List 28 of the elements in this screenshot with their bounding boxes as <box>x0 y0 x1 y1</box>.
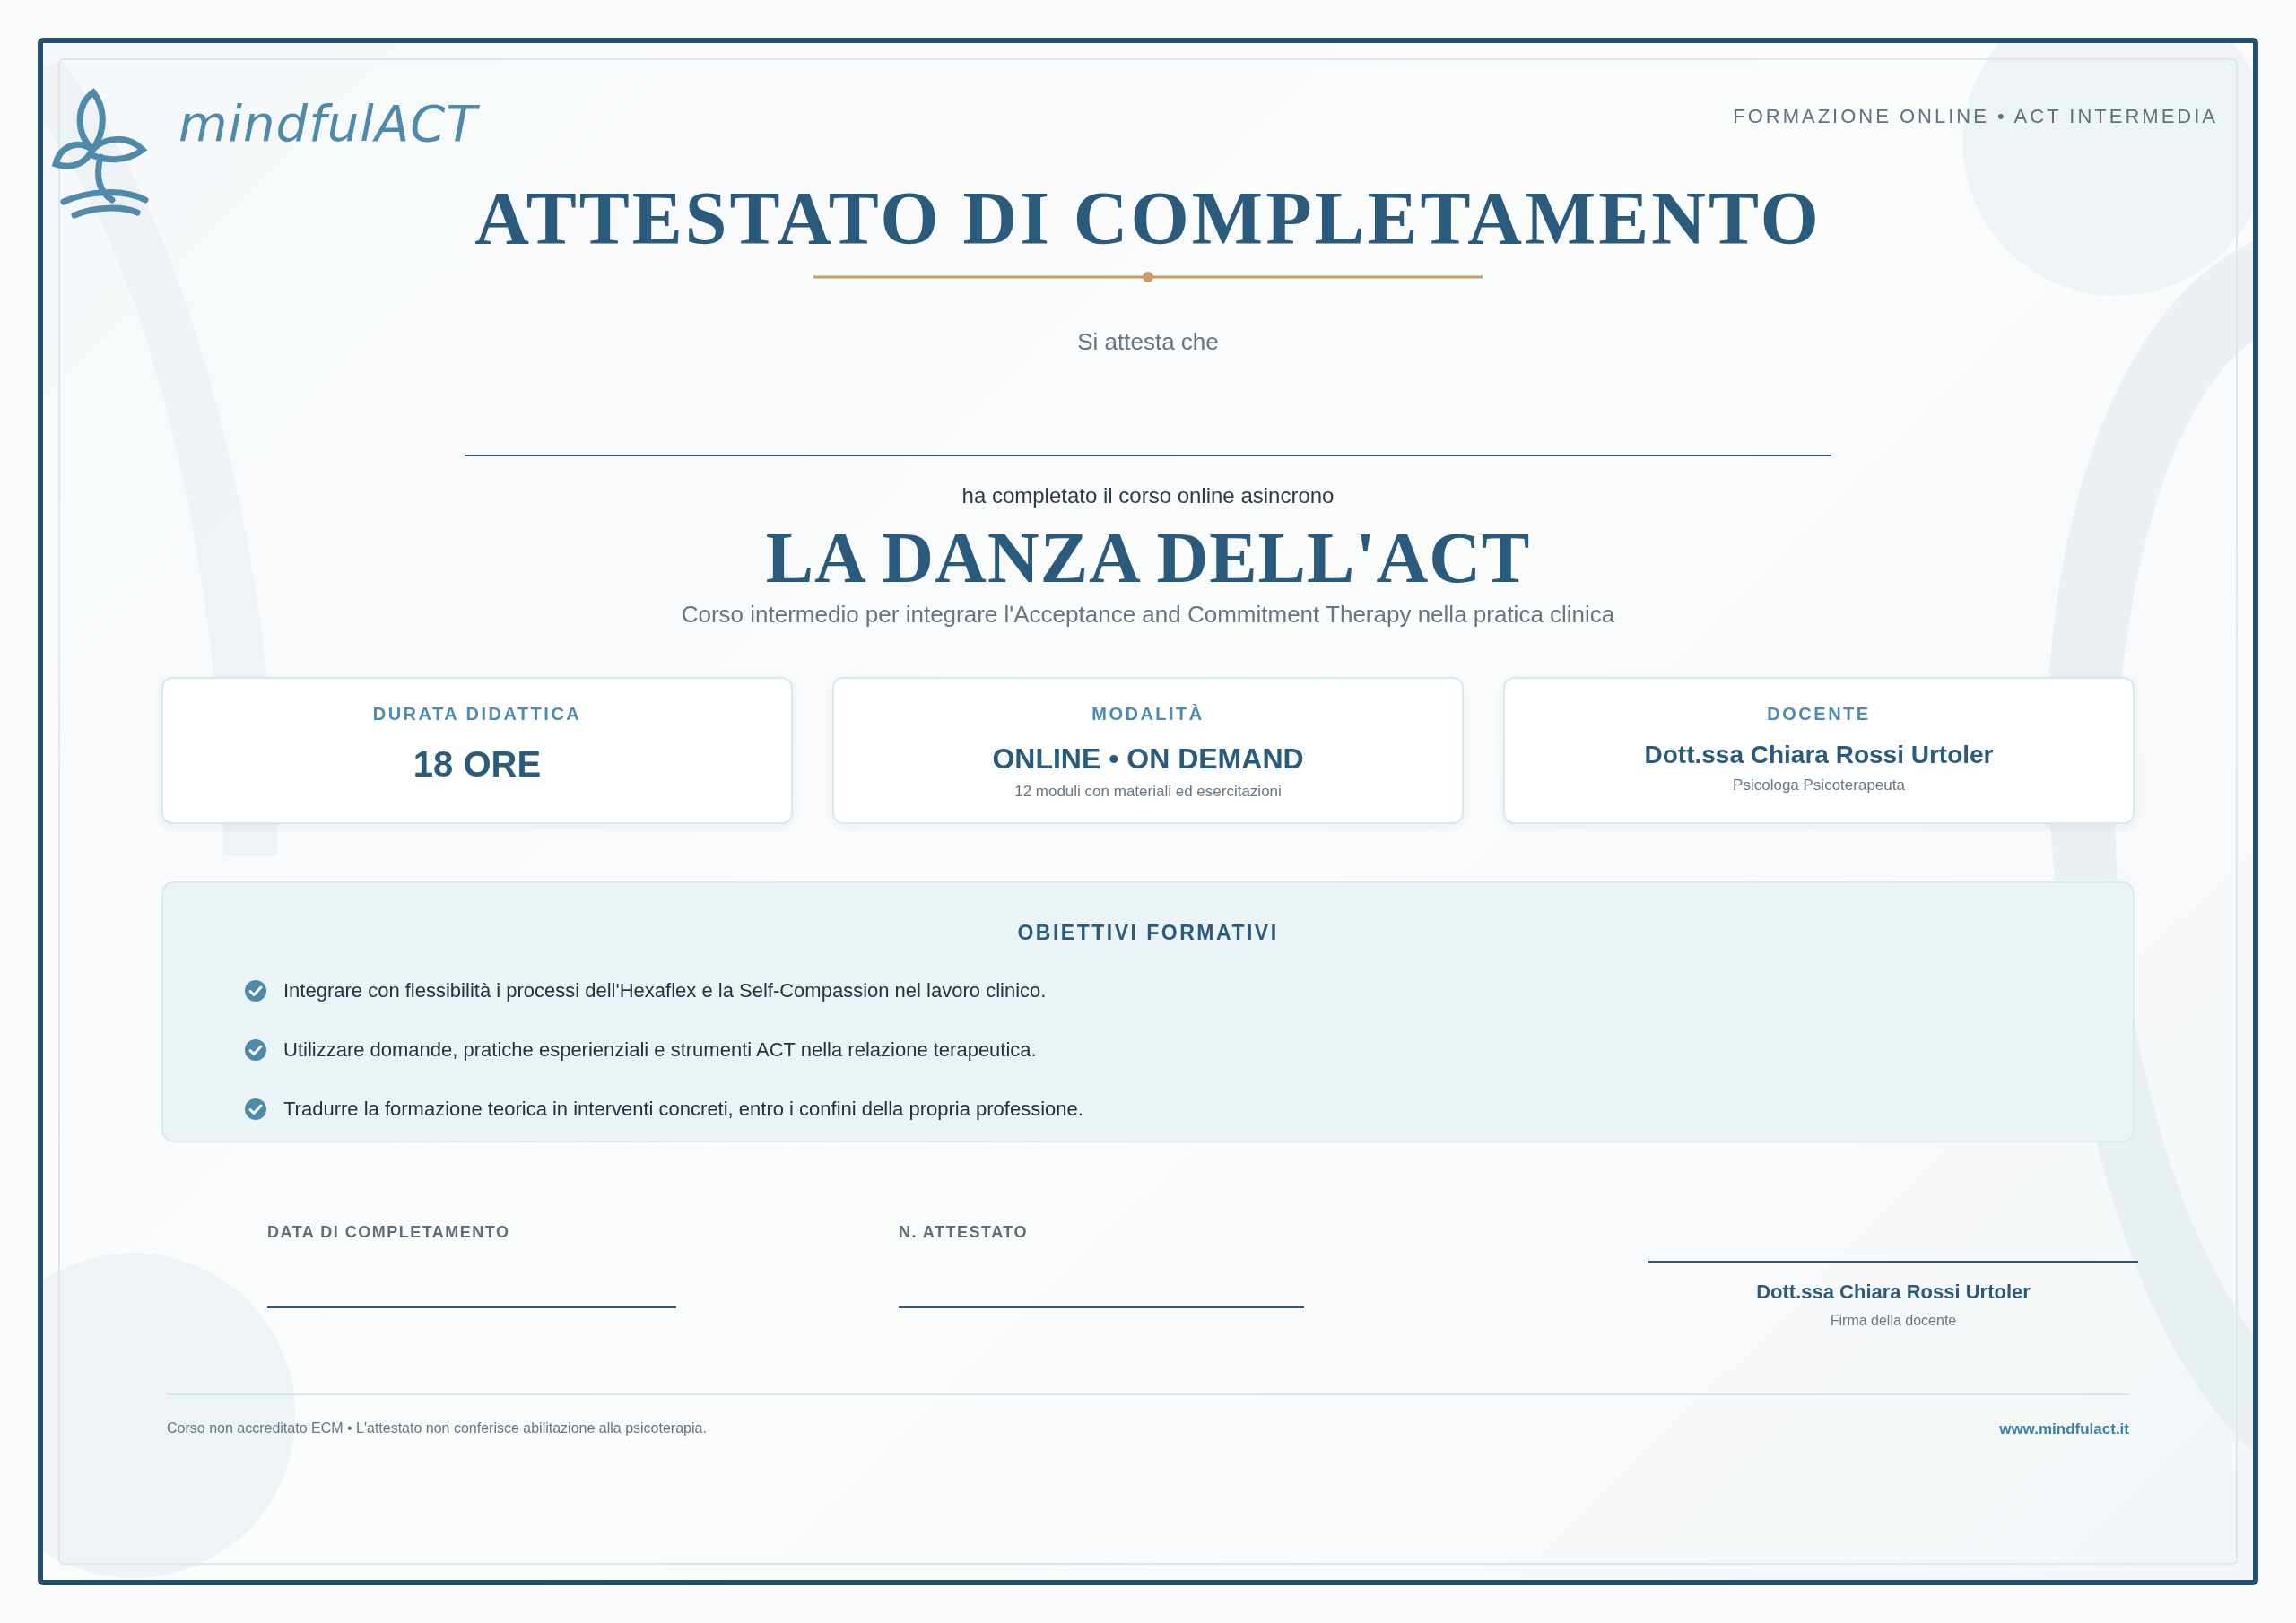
field-label: DATA DI COMPLETAMENTO <box>267 1223 511 1242</box>
check-icon <box>244 979 267 1002</box>
footer-note: Corso non accreditato ECM • L'attestato non conferisce abilitazione alla psicoterapia. <box>167 1420 707 1437</box>
course-subtitle: Corso intermedio per integrare l'Acceptance and Commitment Therapy nella pratica clinica <box>681 601 1615 629</box>
objectives-heading: OBIETTIVI FORMATIVI <box>1017 921 1279 945</box>
signature-caption: Firma della docente <box>1830 1313 1957 1329</box>
completion-text: ha completato il corso online asincrono <box>961 483 1335 508</box>
check-icon <box>244 1098 267 1121</box>
website-link[interactable]: www.mindfulact.it <box>1999 1420 2129 1438</box>
brand-logo-text: mindfulACT <box>178 94 478 152</box>
intro-text: Si attesta che <box>1077 328 1219 356</box>
course-title: LA DANZA DELL'ACT <box>765 517 1531 599</box>
objective-text: Utilizzare domande, pratiche esperienziali e strumenti ACT nella relazione terapeutica. <box>283 1038 1037 1062</box>
card-label: MODALITÀ <box>1091 704 1205 725</box>
objective-text: Tradurre la formazione teorica in interventi concreti, entro i confini della propria professione. <box>283 1098 1083 1121</box>
card-note: 12 moduli con materiali ed esercitazioni <box>1014 783 1282 801</box>
card-value: Dott.ssa Chiara Rossi Urtoler <box>1644 741 1994 769</box>
signatory-name: Dott.ssa Chiara Rossi Urtoler <box>1756 1280 2031 1304</box>
check-icon <box>244 1038 267 1062</box>
objective-text: Integrare con flessibilità i processi dell'Hexaflex e la Self-Compassion nel lavoro clinico. <box>283 979 1047 1002</box>
tagline: FORMAZIONE ONLINE • ACT INTERMEDIA <box>1733 105 2218 128</box>
card-note: Psicologa Psicoterapeuta <box>1733 777 1905 794</box>
card-label: DOCENTE <box>1767 704 1871 725</box>
card-value: 18 ORE <box>413 744 542 785</box>
card-value: ONLINE • ON DEMAND <box>992 742 1304 776</box>
field-label: N. ATTESTATO <box>899 1223 1029 1242</box>
certificate-title: ATTESTATO DI COMPLETAMENTO <box>474 176 1822 262</box>
card-label: DURATA DIDATTICA <box>372 704 582 725</box>
